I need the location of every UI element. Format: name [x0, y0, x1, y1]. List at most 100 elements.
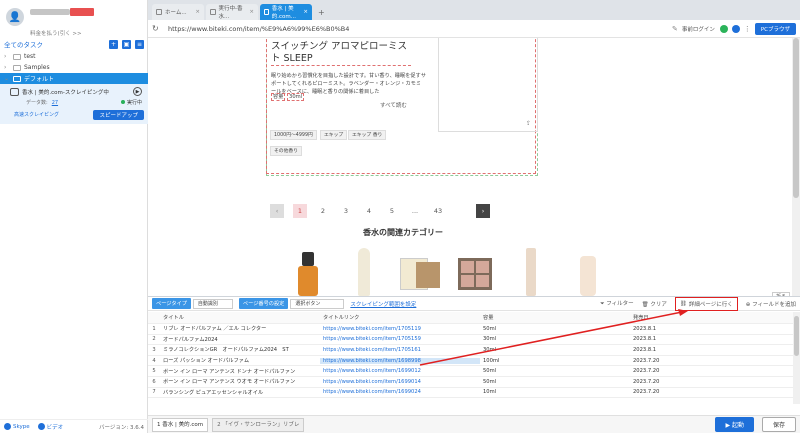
tag-brand[interactable]: エキップ — [320, 130, 348, 140]
cell-date[interactable]: 2023.7.20 — [630, 389, 790, 395]
video-link[interactable]: ビデオ — [37, 423, 63, 431]
table-row[interactable]: 7 バランシング ピュアエッセンシャルオイル https://www.bitek… — [148, 388, 793, 399]
cell-capacity[interactable]: 50ml — [480, 379, 630, 385]
step-tab-2[interactable]: 2 「イヴ・サンローラン」リブレ — [212, 417, 305, 432]
table-row[interactable]: 4 ローズ パッション オードパルファム https://www.biteki.… — [148, 356, 793, 367]
table-row[interactable]: 2 オードパルファム2024 https://www.biteki.com/it… — [148, 335, 793, 346]
edit-icon[interactable]: ✎ — [672, 25, 678, 33]
tag-price[interactable]: 1000円〜4999円 — [270, 130, 317, 140]
cell-link-selected[interactable]: https://www.biteki.com/item/1698998 — [320, 357, 480, 364]
settings-icon[interactable] — [731, 24, 740, 33]
tag-brand-scent[interactable]: エキップ 香り — [348, 130, 387, 140]
page-2[interactable]: 2 — [316, 204, 330, 218]
pc-browser-dropdown[interactable]: PCブラウザ — [754, 22, 796, 35]
page-type-select[interactable]: 自動識別 — [192, 298, 233, 309]
speedup-button[interactable]: スピードアップ — [93, 110, 144, 120]
cell-capacity[interactable]: 30ml — [480, 347, 630, 353]
web-page-view[interactable]: スイッチング アロマピローミスト SLEEP 眠り始めから習慣化を目指した設計で… — [148, 38, 800, 296]
cell-link[interactable]: https://www.biteki.com/item/1699024 — [320, 389, 480, 395]
column-header[interactable]: タイトルリンク — [320, 314, 480, 321]
folder-test[interactable]: › test — [0, 51, 148, 62]
cell-date[interactable]: 2023.7.20 — [630, 368, 790, 374]
cell-date[interactable]: 2023.8.1 — [630, 336, 790, 342]
page-4[interactable]: 4 — [362, 204, 376, 218]
add-field-button[interactable]: ⊕ フィールドを追加 — [746, 300, 796, 308]
folder-samples[interactable]: › Samples — [0, 62, 148, 73]
next-page-icon[interactable]: › — [476, 204, 490, 218]
step-tab-1[interactable]: 1 香水 | 美的.com — [152, 417, 209, 432]
page-scrollbar[interactable] — [792, 38, 800, 296]
cell-capacity[interactable]: 10ml — [480, 389, 630, 395]
task-item[interactable]: 香水 | 美的.com-スクレイピング中 ▶ データ数: 27 実行中 高速スクレ… — [0, 84, 148, 124]
close-icon[interactable]: × — [249, 9, 254, 15]
category-thumb[interactable] — [288, 248, 328, 296]
play-icon[interactable]: ▶ — [133, 87, 142, 96]
tab-home[interactable]: ホーム... × — [152, 4, 204, 20]
prelogin-button[interactable]: 事前ログイン — [682, 25, 715, 33]
category-thumb[interactable] — [344, 248, 384, 296]
cell-date[interactable]: 2023.7.20 — [630, 379, 790, 385]
cell-link[interactable]: https://www.biteki.com/item/1705159 — [320, 336, 480, 342]
data-count-value[interactable]: 27 — [52, 100, 58, 106]
new-task-icon[interactable]: + — [109, 39, 118, 49]
close-icon[interactable]: × — [195, 9, 200, 15]
page-43[interactable]: 43 — [431, 204, 445, 218]
table-row[interactable]: 1 リブレ オードパルファム ／エル コレクター https://www.bit… — [148, 324, 793, 335]
prev-page-icon[interactable]: ‹ — [270, 204, 284, 218]
clear-button[interactable]: 🗑 クリア — [642, 300, 667, 308]
new-tab-icon[interactable]: + — [314, 8, 329, 20]
table-row[interactable]: 3 ミラノコレクションGR オードパルファム2024 ST https://ww… — [148, 345, 793, 356]
cell-title[interactable]: ミラノコレクションGR オードパルファム2024 ST — [160, 346, 320, 353]
cell-title[interactable]: バランシング ピュアエッセンシャルオイル — [160, 389, 320, 396]
go-detail-button[interactable]: ⛓ 詳細ページに行く — [674, 296, 738, 311]
filter-button[interactable]: ⏷ フィルター — [600, 299, 634, 308]
column-header[interactable]: 容量 — [480, 314, 630, 321]
tag-other-scent[interactable]: その他香り — [270, 146, 302, 156]
cell-link[interactable]: https://www.biteki.com/item/1699014 — [320, 379, 480, 385]
more-icon[interactable]: ⋮ — [744, 25, 751, 33]
table-scrollbar[interactable] — [793, 312, 800, 404]
cell-title[interactable]: リブレ オードパルファム ／エル コレクター — [160, 325, 320, 332]
all-tasks-title[interactable]: 全てのタスク — [4, 39, 43, 49]
table-row[interactable]: 5 ボーン イン ローマ アンテンス ドンナ オードパルファン https://… — [148, 366, 793, 377]
category-thumb[interactable] — [568, 248, 608, 296]
close-icon[interactable]: × — [303, 9, 308, 15]
product-title[interactable]: スイッチング アロマピローミスト SLEEP — [271, 41, 411, 66]
column-header[interactable]: タイトル — [160, 314, 320, 321]
cell-capacity[interactable]: 50ml — [480, 368, 630, 374]
skype-link[interactable]: Skype — [4, 423, 30, 430]
page-5[interactable]: 5 — [385, 204, 399, 218]
cell-link[interactable]: https://www.biteki.com/item/1705161 — [320, 347, 480, 353]
cell-capacity[interactable]: 30ml — [480, 336, 630, 342]
reload-icon[interactable]: ↻ — [152, 24, 160, 33]
avatar[interactable]: 👤 — [6, 8, 24, 26]
cell-title[interactable]: ボーン イン ローマ アンテンス ウオモ オードパルファン — [160, 378, 320, 385]
cell-capacity[interactable]: 50ml — [480, 326, 630, 332]
new-folder-icon[interactable]: ▣ — [122, 39, 131, 49]
page-3[interactable]: 3 — [339, 204, 353, 218]
scrape-range-link[interactable]: スクレイピング範囲を設定 — [350, 300, 416, 308]
cell-date[interactable]: 2023.8.1 — [630, 347, 790, 353]
upgrade-link[interactable]: 料金を払う(引く >> — [30, 29, 82, 37]
table-row[interactable]: 6 ボーン イン ローマ アンテンス ウオモ オードパルファン https://… — [148, 377, 793, 388]
cell-link[interactable]: https://www.biteki.com/item/1699012 — [320, 368, 480, 374]
category-thumb[interactable] — [400, 248, 440, 296]
cell-title[interactable]: オードパルファム2024 — [160, 336, 320, 343]
page-turn-select[interactable]: 選択ボタン — [290, 298, 345, 309]
cell-capacity[interactable]: 100ml — [480, 358, 630, 364]
start-button[interactable]: ▶ 起動 — [715, 417, 754, 432]
cell-link[interactable]: https://www.biteki.com/item/1705119 — [320, 326, 480, 332]
folder-default[interactable]: ⌄ デフォルト — [0, 73, 148, 84]
task-menu-icon[interactable]: ≡ — [135, 39, 144, 49]
read-more-link[interactable]: すべて読む — [380, 101, 407, 109]
tab-biteki[interactable]: 香水 | 美的.com... × — [260, 4, 312, 20]
cell-date[interactable]: 2023.7.20 — [630, 358, 790, 364]
cell-title[interactable]: ローズ パッション オードパルファム — [160, 357, 320, 364]
column-header[interactable]: 発売日 — [630, 314, 790, 321]
tab-running[interactable]: 実行中-香水... × — [206, 4, 258, 20]
share-icon[interactable]: ⇪ — [526, 120, 531, 127]
url-input[interactable]: https://www.biteki.com/item/%E9%A6%99%E6… — [166, 23, 672, 35]
category-thumb[interactable] — [512, 248, 552, 296]
category-thumb[interactable] — [456, 248, 496, 296]
cell-title[interactable]: ボーン イン ローマ アンテンス ドンナ オードパルファン — [160, 368, 320, 375]
